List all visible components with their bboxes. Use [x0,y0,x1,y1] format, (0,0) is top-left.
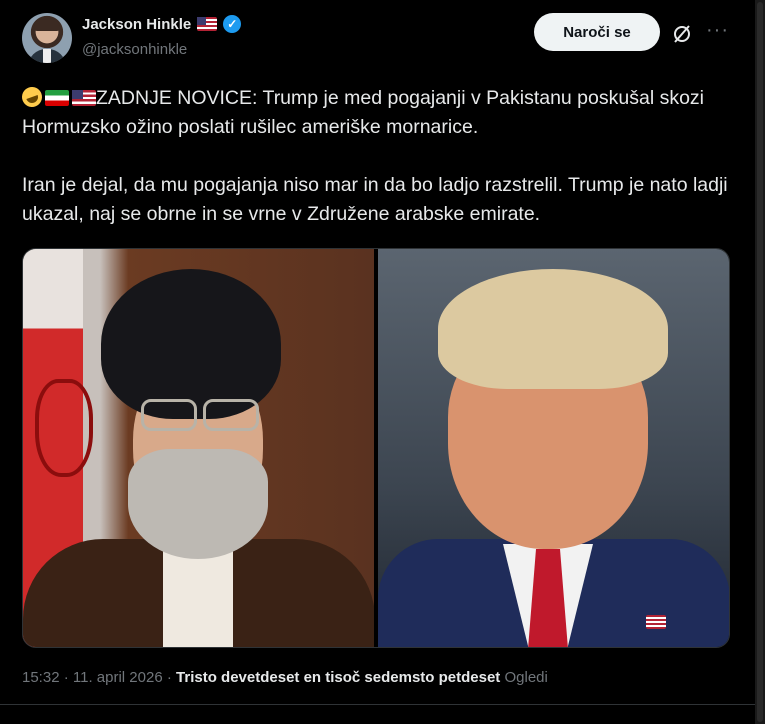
us-flag-icon [197,17,218,31]
photo-trump[interactable] [378,249,729,647]
grok-icon[interactable] [672,24,692,44]
media-grid [22,248,730,648]
author-handle[interactable]: @jacksonhinkle [82,41,187,58]
display-name[interactable]: Jackson Hinkle [82,16,191,33]
divider [0,704,755,705]
author-name-row: Jackson Hinkle ✓ [82,15,242,33]
views-label: Ogledi [504,669,548,686]
photo-cleric[interactable] [23,249,374,647]
more-icon[interactable]: ··· [706,20,728,42]
tweet-meta: 15:32 · 11. april 2026 · Tristo devetdes… [22,669,548,686]
tweet-date[interactable]: 11. april 2026 [73,669,163,686]
tweet-paragraph-2: Iran je dejal, da mu pogajanja niso mar … [22,174,728,225]
avatar[interactable] [22,13,72,63]
meta-separator: · [162,669,177,686]
tweet-text: ZADNJE NOVICE: Trump je med pogajanji v … [19,84,737,258]
us-flag-icon [72,90,96,106]
scrollbar-thumb[interactable] [757,2,763,722]
follow-button[interactable]: Naroči se [534,13,660,51]
tweet-time[interactable]: 15:32 [22,669,60,686]
tweet-paragraph-1: ZADNJE NOVICE: Trump je med pogajanji v … [19,84,737,142]
verified-badge-icon[interactable]: ✓ [223,15,242,33]
scrollbar[interactable] [755,0,765,724]
views-count[interactable]: Tristo devetdeset en tisoč sedemsto petd… [176,669,500,686]
iran-flag-icon [45,90,69,106]
tweet: Jackson Hinkle ✓ @jacksonhinkle Naroči s… [0,0,755,724]
rolling-on-floor-laughing-icon [19,84,45,110]
tweet-paragraph-1-text: ZADNJE NOVICE: Trump je med pogajanji v … [22,87,704,138]
meta-separator: · [59,669,73,686]
